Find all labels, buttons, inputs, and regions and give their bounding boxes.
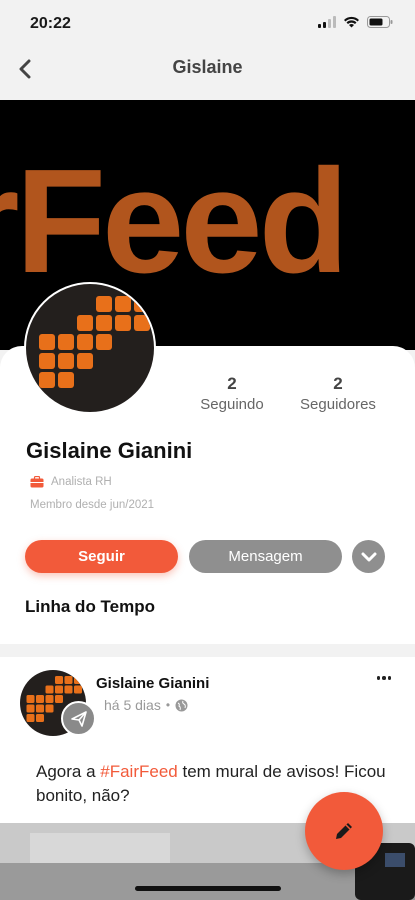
post-time: há 5 dias [104,697,161,713]
post-author[interactable]: Gislaine Gianini [96,675,209,692]
status-time: 20:22 [30,15,71,32]
post-menu-button[interactable] [372,668,396,688]
navigation-bar: Gislaine [0,46,415,100]
post-hashtag[interactable]: #FairFeed [100,762,177,781]
role-line: Analista RH [30,476,112,488]
member-since: Membro desde jun/2021 [30,499,155,511]
home-indicator [135,886,281,891]
status-bar: 20:22 [0,0,415,46]
more-options-button[interactable] [352,540,385,573]
pencil-icon [336,823,352,839]
following-label: Seguindo [200,396,264,413]
briefcase-icon [30,476,44,488]
message-button[interactable]: Mensagem [189,540,342,573]
status-icons [318,16,393,28]
cover-brand-text: rFeed [0,139,345,304]
menu-dot [382,676,386,680]
compose-post-button[interactable] [305,792,383,870]
post-type-badge [61,701,96,736]
post-text-before: Agora a [36,762,101,781]
follow-button[interactable]: Seguir [25,540,178,573]
page-title: Gislaine [172,57,243,77]
meta-separator-dot: • [165,698,171,712]
following-stat[interactable]: 2 Seguindo [192,374,272,413]
post-meta: há 5 dias • [104,697,188,713]
fairfeed-logo-icon [39,296,150,388]
role-text: Analista RH [51,476,112,488]
profile-avatar[interactable] [24,282,156,414]
globe-icon [175,699,188,711]
chevron-down-icon [361,552,376,561]
profile-name: Gislaine Gianini [26,438,193,463]
timeline-title: Linha do Tempo [25,597,156,616]
battery-icon [367,16,393,28]
following-count: 2 [227,374,237,393]
followers-count: 2 [333,374,343,393]
followers-label: Seguidores [300,396,376,413]
menu-dot [376,676,381,680]
paper-plane-icon [70,710,87,727]
menu-dot [387,676,392,680]
followers-stat[interactable]: 2 Seguidores [288,374,388,413]
wifi-icon [344,16,359,28]
signal-icon [318,16,336,28]
